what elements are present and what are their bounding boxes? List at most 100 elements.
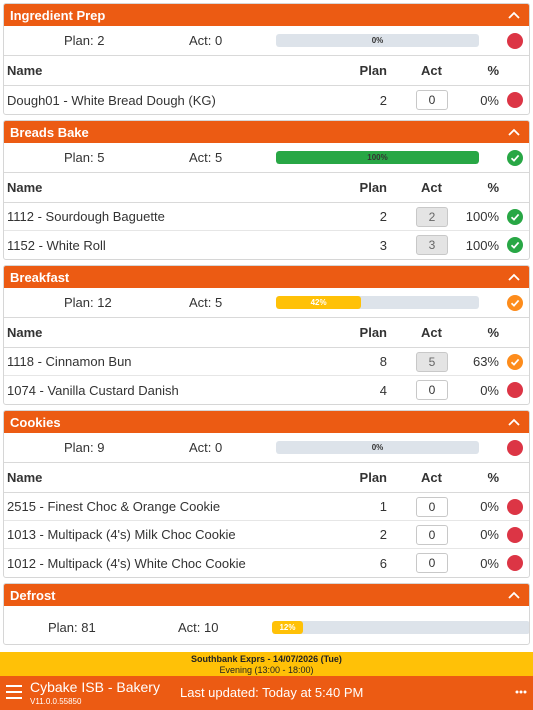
item-act-input[interactable]: 0 bbox=[416, 553, 448, 573]
item-status-icon bbox=[507, 499, 523, 515]
section-2: Breakfast Plan: 12 Act: 5 42% Name Plan Act% 11… bbox=[3, 265, 530, 405]
col-act: Act bbox=[421, 63, 442, 78]
item-act-input[interactable]: 0 bbox=[416, 380, 448, 400]
col-name: Name bbox=[7, 63, 43, 78]
col-pct: % bbox=[487, 63, 499, 78]
table-row[interactable]: 1152 - White Roll 3 3 100% bbox=[4, 231, 529, 259]
section-title: Defrost bbox=[10, 587, 56, 603]
section-1: Breads Bake Plan: 5 Act: 5 100% Name Plan Act%… bbox=[3, 120, 530, 260]
section-summary: Plan: 12 Act: 5 42% bbox=[4, 288, 529, 318]
section-summary: Plan: 2 Act: 0 0% bbox=[4, 26, 529, 56]
table-row[interactable]: 1012 - Multipack (4's) White Choc Cookie… bbox=[4, 549, 529, 577]
app-version: V11.0.0.55850 bbox=[30, 697, 82, 706]
table-header: Name Plan Act% bbox=[4, 56, 529, 86]
table-row[interactable]: Dough01 - White Bread Dough (KG) 2 0 0% bbox=[4, 86, 529, 114]
progress-bar: 0% bbox=[276, 34, 479, 47]
col-act: Act bbox=[421, 325, 442, 340]
more-dots-icon[interactable] bbox=[515, 690, 527, 694]
col-pct: % bbox=[487, 325, 499, 340]
section-title: Breakfast bbox=[10, 269, 70, 285]
item-plan: 2 bbox=[379, 527, 387, 542]
section-status-icon bbox=[507, 440, 523, 456]
item-status-icon bbox=[507, 382, 523, 398]
section-summary: Plan: 9 Act: 0 0% bbox=[4, 433, 529, 463]
col-name: Name bbox=[7, 325, 43, 340]
progress-bar: 0% bbox=[276, 441, 479, 454]
section-header[interactable]: Cookies bbox=[4, 411, 529, 433]
chevron-up-icon[interactable] bbox=[505, 6, 523, 24]
item-plan: 2 bbox=[379, 209, 387, 224]
section-0: Ingredient Prep Plan: 2 Act: 0 0% Name Plan Ac… bbox=[3, 3, 530, 115]
item-name: 1012 - Multipack (4's) White Choc Cookie bbox=[7, 555, 246, 571]
app-name: Cybake ISB - Bakery bbox=[30, 679, 160, 695]
table-row[interactable]: 1112 - Sourdough Baguette 2 2 100% bbox=[4, 203, 529, 231]
shift-time: Evening (13:00 - 18:00) bbox=[219, 665, 314, 675]
chevron-up-icon[interactable] bbox=[505, 413, 523, 431]
item-name: 1152 - White Roll bbox=[7, 237, 106, 253]
progress-label: 12% bbox=[279, 623, 296, 632]
table-row[interactable]: 2515 - Finest Choc & Orange Cookie 1 0 0% bbox=[4, 493, 529, 521]
item-act-input[interactable]: 0 bbox=[416, 524, 448, 545]
item-percent: 100% bbox=[465, 237, 499, 253]
col-name: Name bbox=[7, 180, 43, 195]
item-name: 2515 - Finest Choc & Orange Cookie bbox=[7, 499, 221, 514]
item-status-icon bbox=[507, 527, 523, 543]
section-title: Ingredient Prep bbox=[10, 7, 106, 23]
section-header[interactable]: Defrost bbox=[4, 584, 529, 606]
summary-act: Act: 0 bbox=[189, 33, 223, 48]
production-list[interactable]: Ingredient Prep Plan: 2 Act: 0 0% Name Plan Ac… bbox=[0, 0, 533, 652]
shift-info-bar: Southbank Exprs - 14/07/2026 (Tue) Eveni… bbox=[0, 652, 533, 676]
item-percent: 100% bbox=[465, 209, 499, 224]
item-plan: 2 bbox=[379, 92, 387, 108]
chevron-up-icon[interactable] bbox=[505, 586, 523, 604]
progress-label: 0% bbox=[371, 443, 384, 452]
section-header[interactable]: Breads Bake bbox=[4, 121, 529, 143]
item-percent: 0% bbox=[480, 555, 499, 571]
item-name: 1074 - Vanilla Custard Danish bbox=[7, 382, 179, 398]
table-row[interactable]: 1118 - Cinnamon Bun 8 5 63% bbox=[4, 348, 529, 376]
summary-plan: Plan: 81 bbox=[48, 620, 96, 635]
summary-plan: Plan: 9 bbox=[64, 440, 105, 455]
summary-act: Act: 0 bbox=[189, 440, 223, 455]
item-status-icon bbox=[507, 237, 523, 253]
chevron-up-icon[interactable] bbox=[505, 268, 523, 286]
col-plan: Plan bbox=[359, 63, 387, 78]
section-title: Cookies bbox=[10, 414, 61, 430]
progress-bar: 100% bbox=[276, 151, 479, 164]
section-3: Cookies Plan: 9 Act: 0 0% Name Plan Act% 2515 -… bbox=[3, 410, 530, 578]
item-plan: 3 bbox=[379, 237, 387, 253]
section-header[interactable]: Breakfast bbox=[4, 266, 529, 288]
col-plan: Plan bbox=[359, 470, 387, 485]
item-percent: 0% bbox=[480, 499, 499, 514]
item-plan: 1 bbox=[379, 499, 387, 514]
last-updated: Last updated: Today at 5:40 PM bbox=[180, 685, 364, 700]
col-pct: % bbox=[487, 470, 499, 485]
progress-label: 100% bbox=[367, 153, 388, 162]
hamburger-menu-icon[interactable] bbox=[6, 685, 22, 699]
item-name: 1112 - Sourdough Baguette bbox=[7, 209, 165, 224]
summary-plan: Plan: 5 bbox=[64, 150, 105, 165]
col-pct: % bbox=[487, 180, 499, 195]
chevron-up-icon[interactable] bbox=[505, 123, 523, 141]
progress-bar: 12% bbox=[272, 621, 529, 634]
col-plan: Plan bbox=[359, 325, 387, 340]
section-defrost: Defrost Plan: 81 Act: 10 12% bbox=[3, 583, 530, 645]
table-header: Name Plan Act% bbox=[4, 318, 529, 348]
item-plan: 6 bbox=[379, 555, 387, 571]
item-act-input[interactable]: 2 bbox=[416, 206, 448, 227]
table-row[interactable]: 1013 - Multipack (4's) Milk Choc Cookie 2… bbox=[4, 521, 529, 549]
item-act-input[interactable]: 5 bbox=[416, 351, 448, 372]
item-act-input[interactable]: 3 bbox=[416, 235, 448, 255]
section-summary: Plan: 5 Act: 5 100% bbox=[4, 143, 529, 173]
shift-location-date: Southbank Exprs - 14/07/2026 (Tue) bbox=[191, 654, 342, 664]
item-name: Dough01 - White Bread Dough (KG) bbox=[7, 92, 216, 108]
table-row[interactable]: 1074 - Vanilla Custard Danish 4 0 0% bbox=[4, 376, 529, 404]
summary-act: Act: 10 bbox=[178, 620, 219, 635]
table-header: Name Plan Act% bbox=[4, 173, 529, 203]
progress-bar: 42% bbox=[276, 296, 479, 309]
summary-plan: Plan: 2 bbox=[64, 33, 105, 48]
item-act-input[interactable]: 0 bbox=[416, 496, 448, 517]
item-percent: 0% bbox=[480, 92, 499, 108]
item-act-input[interactable]: 0 bbox=[416, 90, 448, 110]
section-header[interactable]: Ingredient Prep bbox=[4, 4, 529, 26]
